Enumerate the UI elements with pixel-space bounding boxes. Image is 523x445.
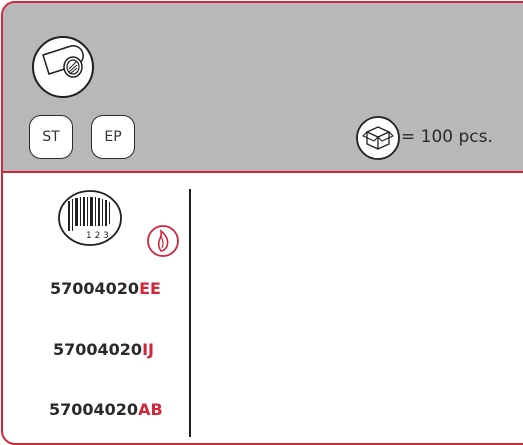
card-header: ST EP = 100 pcs. <box>3 3 523 173</box>
product-code-suffix: EE <box>139 279 161 298</box>
cable-spool-icon <box>32 36 94 98</box>
column-divider <box>189 189 191 437</box>
product-code-2: 57004020IJ <box>53 340 154 359</box>
barcode-digits: 1 2 3 <box>86 231 109 241</box>
product-card: ST EP = 100 pcs. 1 2 3 57004020EE 570040… <box>1 1 523 445</box>
product-code-suffix: AB <box>138 400 163 419</box>
quantity-per-box: = 100 pcs. <box>401 127 493 147</box>
st-button[interactable]: ST <box>29 115 73 159</box>
product-code-base: 57004020 <box>53 340 143 359</box>
product-code-suffix: IJ <box>142 340 154 359</box>
ep-button[interactable]: EP <box>91 115 135 159</box>
package-box-icon <box>356 116 400 160</box>
barcode-icon: 1 2 3 <box>58 190 122 246</box>
flame-icon <box>147 225 179 257</box>
product-code-base: 57004020 <box>50 279 140 298</box>
product-code-1: 57004020EE <box>50 279 161 298</box>
product-code-base: 57004020 <box>49 400 139 419</box>
product-code-3: 57004020AB <box>49 400 163 419</box>
